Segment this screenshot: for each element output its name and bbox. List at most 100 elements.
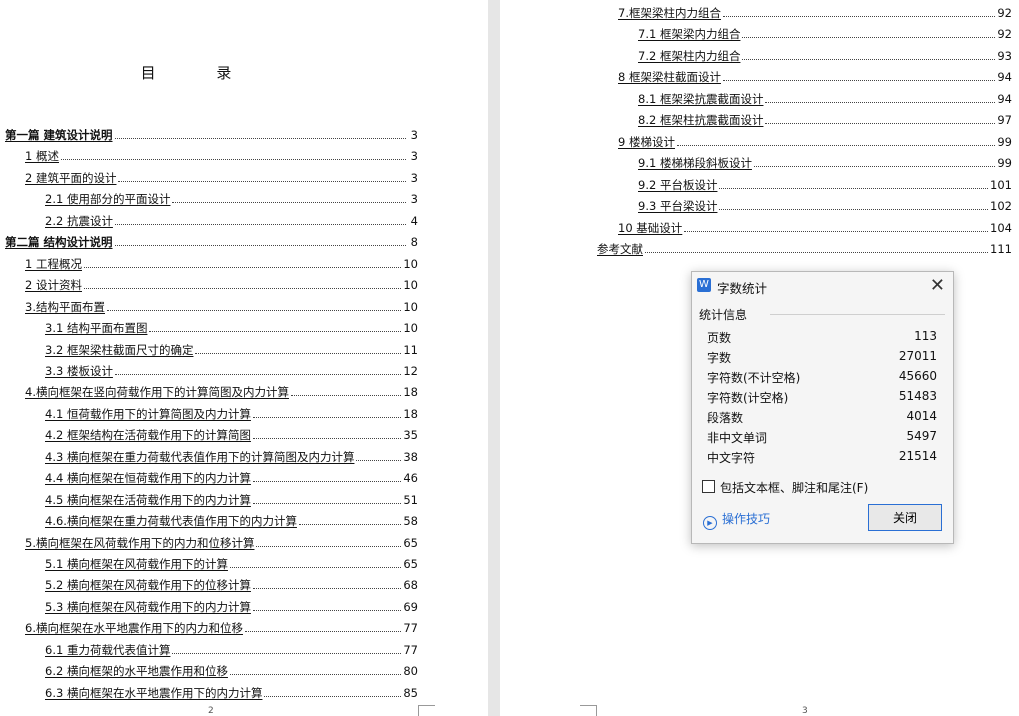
toc-entry-title[interactable]: 2.2 抗震设计 bbox=[45, 214, 113, 228]
toc-entry-title[interactable]: 第一篇 建筑设计说明 bbox=[5, 128, 113, 142]
toc-entry[interactable]: 1 工程概况 10 bbox=[25, 253, 418, 271]
toc-entry[interactable]: 2.1 使用部分的平面设计 3 bbox=[45, 188, 418, 206]
toc-entry[interactable]: 9.3 平台梁设计 102 bbox=[638, 195, 1012, 213]
toc-entry-title[interactable]: 4.4 横向框架在恒荷载作用下的内力计算 bbox=[45, 471, 251, 485]
toc-entry-title[interactable]: 5.2 横向框架在风荷载作用下的位移计算 bbox=[45, 578, 251, 592]
toc-entry-title[interactable]: 6.2 横向框架的水平地震作用和位移 bbox=[45, 664, 228, 678]
dot-leader bbox=[118, 180, 406, 182]
toc-entry-page: 104 bbox=[990, 220, 1012, 235]
toc-entry-title[interactable]: 5.1 横向框架在风荷载作用下的计算 bbox=[45, 557, 228, 571]
toc-entry[interactable]: 7.1 框架梁内力组合 92 bbox=[638, 23, 1012, 41]
toc-entry[interactable]: 4.横向框架在竖向荷载作用下的计算简图及内力计算 18 bbox=[25, 381, 418, 399]
stat-value: 27011 bbox=[898, 349, 937, 363]
checkbox-box[interactable] bbox=[702, 480, 715, 493]
close-icon[interactable]: ✕ bbox=[930, 275, 945, 296]
toc-entry[interactable]: 参考文献 111 bbox=[597, 238, 1012, 256]
toc-entry[interactable]: 6.3 横向框架在水平地震作用下的内力计算 85 bbox=[45, 682, 418, 700]
page-number: 3 bbox=[802, 706, 808, 716]
toc-entry[interactable]: 2 建筑平面的设计 3 bbox=[25, 167, 418, 185]
dot-leader bbox=[356, 459, 402, 461]
toc-entry[interactable]: 4.1 恒荷载作用下的计算简图及内力计算 18 bbox=[45, 403, 418, 421]
toc-entry[interactable]: 8.2 框架柱抗震截面设计 97 bbox=[638, 109, 1012, 127]
toc-entry-title[interactable]: 6.横向框架在水平地震作用下的内力和位移 bbox=[25, 621, 243, 635]
toc-entry[interactable]: 4.5 横向框架在活荷载作用下的内力计算 51 bbox=[45, 489, 418, 507]
toc-entry-page: 99 bbox=[997, 156, 1012, 171]
toc-entry[interactable]: 4.4 横向框架在恒荷载作用下的内力计算 46 bbox=[45, 467, 418, 485]
toc-entry[interactable]: 4.2 框架结构在活荷载作用下的计算简图 35 bbox=[45, 424, 418, 442]
stat-value: 51483 bbox=[898, 389, 937, 403]
toc-entry[interactable]: 第二篇 结构设计说明 8 bbox=[5, 231, 418, 249]
dot-leader bbox=[719, 208, 989, 211]
toc-entry[interactable]: 3.2 框架梁柱截面尺寸的确定 11 bbox=[45, 339, 418, 357]
toc-entry-title[interactable]: 2.1 使用部分的平面设计 bbox=[45, 192, 170, 206]
toc-entry-title[interactable]: 8.1 框架梁抗震截面设计 bbox=[638, 92, 763, 106]
stat-row: 非中文单词 5497 bbox=[707, 429, 937, 449]
toc-entry-title[interactable]: 4.2 框架结构在活荷载作用下的计算简图 bbox=[45, 428, 251, 442]
toc-entry[interactable]: 6.2 横向框架的水平地震作用和位移 80 bbox=[45, 660, 418, 678]
toc-entry-title[interactable]: 5.横向框架在风荷载作用下的内力和位移计算 bbox=[25, 536, 254, 550]
toc-entry[interactable]: 5.3 横向框架在风荷载作用下的内力计算 69 bbox=[45, 596, 418, 614]
dot-leader bbox=[256, 545, 402, 547]
toc-entry[interactable]: 3.1 结构平面布置图 10 bbox=[45, 317, 418, 335]
toc-entry[interactable]: 1 概述 3 bbox=[25, 145, 418, 163]
toc-entry[interactable]: 2 设计资料 10 bbox=[25, 274, 418, 292]
toc-entry-title[interactable]: 参考文献 bbox=[597, 242, 643, 256]
toc-entry-page: 85 bbox=[403, 685, 418, 700]
toc-entry-title[interactable]: 6.1 重力荷载代表值计算 bbox=[45, 643, 170, 657]
toc-entry-title[interactable]: 9 楼梯设计 bbox=[618, 135, 675, 149]
toc-entry-title[interactable]: 4.1 恒荷载作用下的计算简图及内力计算 bbox=[45, 407, 251, 421]
toc-entry[interactable]: 5.2 横向框架在风荷载作用下的位移计算 68 bbox=[45, 574, 418, 592]
toc-entry-title[interactable]: 4.6.横向框架在重力荷载代表值作用下的内力计算 bbox=[45, 514, 297, 528]
toc-entry[interactable]: 3.结构平面布置 10 bbox=[25, 296, 418, 314]
dot-leader bbox=[114, 244, 406, 247]
toc-entry-title[interactable]: 7.1 框架梁内力组合 bbox=[638, 27, 740, 41]
stat-label: 中文字符 bbox=[707, 451, 756, 465]
toc-entry[interactable]: 9.1 楼梯梯段斜板设计 99 bbox=[638, 152, 1012, 170]
toc-entry[interactable]: 6.横向框架在水平地震作用下的内力和位移 77 bbox=[25, 617, 418, 635]
toc-entry-title[interactable]: 6.3 横向框架在水平地震作用下的内力计算 bbox=[45, 686, 262, 700]
toc-entry-title[interactable]: 4.横向框架在竖向荷载作用下的计算简图及内力计算 bbox=[25, 385, 289, 399]
toc-entry[interactable]: 5.横向框架在风荷载作用下的内力和位移计算 65 bbox=[25, 532, 418, 550]
toc-entry-title[interactable]: 7.框架梁柱内力组合 bbox=[618, 6, 721, 20]
toc-entry-title[interactable]: 9.2 平台板设计 bbox=[638, 178, 717, 192]
toc-entry-title[interactable]: 3.2 框架梁柱截面尺寸的确定 bbox=[45, 343, 193, 357]
dialog-title-bar[interactable]: W 字数统计 ✕ bbox=[692, 272, 953, 300]
toc-entry[interactable]: 7.2 框架柱内力组合 93 bbox=[638, 45, 1012, 63]
toc-entry-title[interactable]: 2 设计资料 bbox=[25, 278, 82, 292]
toc-entry-title[interactable]: 9.3 平台梁设计 bbox=[638, 199, 717, 213]
toc-entry-title[interactable]: 1 工程概况 bbox=[25, 257, 82, 271]
toc-entry[interactable]: 9 楼梯设计 99 bbox=[618, 131, 1012, 149]
toc-entry-title[interactable]: 4.3 横向框架在重力荷载代表值作用下的计算简图及内力计算 bbox=[45, 450, 354, 464]
toc-entry-title[interactable]: 5.3 横向框架在风荷载作用下的内力计算 bbox=[45, 600, 251, 614]
toc-entry-title[interactable]: 3.3 楼板设计 bbox=[45, 364, 113, 378]
toc-entry[interactable]: 5.1 横向框架在风荷载作用下的计算 65 bbox=[45, 553, 418, 571]
toc-entry-title[interactable]: 7.2 框架柱内力组合 bbox=[638, 49, 740, 63]
toc-entry[interactable]: 10 基础设计 104 bbox=[618, 217, 1012, 235]
toc-entry-page: 111 bbox=[990, 241, 1012, 256]
close-button[interactable]: 关闭 bbox=[868, 504, 942, 531]
toc-entry[interactable]: 8.1 框架梁抗震截面设计 94 bbox=[638, 88, 1012, 106]
toc-entry-title[interactable]: 4.5 横向框架在活荷载作用下的内力计算 bbox=[45, 493, 251, 507]
toc-entry[interactable]: 9.2 平台板设计 101 bbox=[638, 174, 1012, 192]
toc-entry-title[interactable]: 3.结构平面布置 bbox=[25, 300, 105, 314]
toc-entry[interactable]: 7.框架梁柱内力组合 92 bbox=[618, 2, 1012, 20]
toc-entry[interactable]: 4.6.横向框架在重力荷载代表值作用下的内力计算 58 bbox=[45, 510, 418, 528]
toc-entry[interactable]: 8 框架梁柱截面设计 94 bbox=[618, 66, 1012, 84]
toc-entry[interactable]: 6.1 重力荷载代表值计算 77 bbox=[45, 639, 418, 657]
toc-entry[interactable]: 3.3 楼板设计 12 bbox=[45, 360, 418, 378]
checkbox-label[interactable]: 包括文本框、脚注和尾注(F) bbox=[720, 479, 868, 496]
toc-entry-title[interactable]: 2 建筑平面的设计 bbox=[25, 171, 116, 185]
toc-entry-title[interactable]: 第二篇 结构设计说明 bbox=[5, 235, 113, 249]
toc-entry-title[interactable]: 8 框架梁柱截面设计 bbox=[618, 70, 721, 84]
toc-entry-title[interactable]: 8.2 框架柱抗震截面设计 bbox=[638, 113, 763, 127]
toc-entry-title[interactable]: 1 概述 bbox=[25, 149, 59, 163]
toc-entry-page: 58 bbox=[403, 514, 418, 529]
toc-entry[interactable]: 2.2 抗震设计 4 bbox=[45, 210, 418, 228]
toc-entry-title[interactable]: 9.1 楼梯梯段斜板设计 bbox=[638, 156, 752, 170]
stat-value: 45660 bbox=[898, 369, 937, 383]
toc-entry-title[interactable]: 3.1 结构平面布置图 bbox=[45, 321, 147, 335]
toc-entry-title[interactable]: 10 基础设计 bbox=[618, 221, 682, 235]
tips-link[interactable]: ▶ 操作技巧 bbox=[703, 510, 770, 530]
toc-entry[interactable]: 4.3 横向框架在重力荷载代表值作用下的计算简图及内力计算 38 bbox=[45, 446, 418, 464]
toc-entry[interactable]: 第一篇 建筑设计说明 3 bbox=[5, 124, 418, 142]
